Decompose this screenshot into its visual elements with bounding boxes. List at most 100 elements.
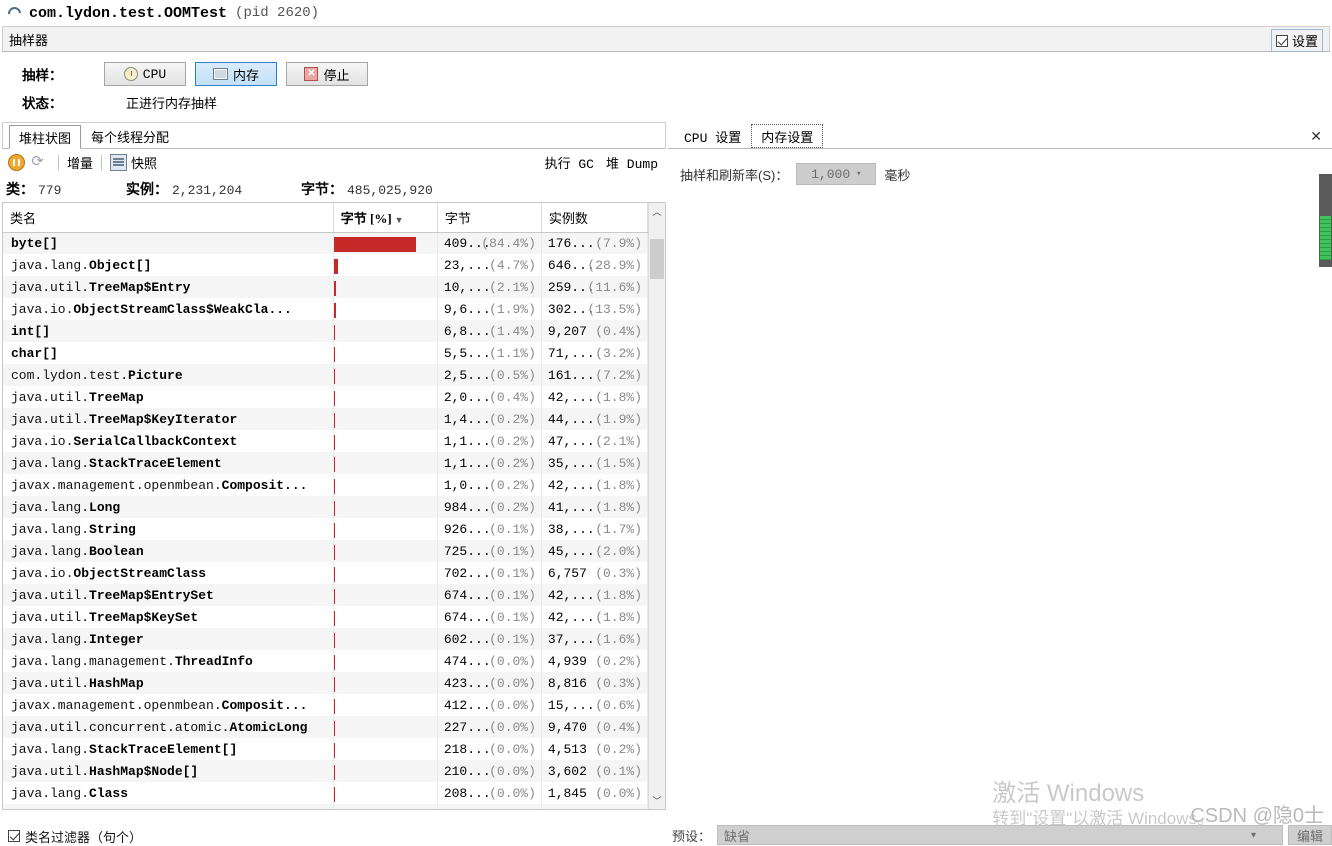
cell-instances: 44,... (1.9%) [541, 408, 648, 430]
stat-instances-value: 2,231,204 [172, 183, 243, 198]
sampling-rate-select[interactable]: 1,000 ▾ [796, 163, 877, 185]
tab-per-thread-allocation[interactable]: 每个线程分配 [81, 124, 179, 148]
memory-sampling-button[interactable]: 内存 [195, 62, 277, 86]
cell-bytes-value: 189 [444, 808, 467, 810]
table-row[interactable]: java.util.TreeMap$KeyIterator 1,4... (0.2%… [3, 408, 648, 430]
cell-instances-percent: (0.4%) [595, 719, 642, 735]
ide-scrollbar-thumb[interactable] [1320, 216, 1331, 260]
table-row[interactable]: java.lang.Integer 602... (0.1%) 37,... (1.6%… [3, 628, 648, 650]
tab-cpu-settings[interactable]: CPU 设置 [674, 124, 751, 148]
cell-bytes-bar [333, 364, 438, 386]
table-row[interactable]: java.util.TreeMap$KeySet 674... (0.1%) 42,.… [3, 606, 648, 628]
cell-class-name: java.lang.String [3, 518, 334, 540]
table-row[interactable]: java.util.HashMap 423... (0.0%) 8,816 (0.3%) [3, 672, 648, 694]
stat-bytes-key: 字节： [301, 183, 343, 198]
table-row[interactable]: char[] 5,5... (1.1%) 71,... (3.2%) [3, 342, 648, 364]
close-icon[interactable]: ✕ [1310, 128, 1322, 145]
settings-pane: CPU 设置 内存设置 ✕ 抽样和刷新率(S)： 1,000 ▾ 毫秒 [668, 122, 1332, 267]
scroll-up-arrow-icon[interactable]: ︿ [649, 203, 665, 220]
class-simple-name: TreeMap$KeyIterator [89, 411, 238, 427]
snapshot-button[interactable]: 快照 [131, 153, 157, 172]
settings-toggle[interactable]: 设置 [1270, 29, 1323, 52]
cell-bytes-value: 1,4... [443, 411, 491, 427]
table-row[interactable]: javax.management.openmbean.Composit... 41… [3, 694, 648, 716]
delta-button[interactable]: 增量 [67, 153, 93, 172]
cell-bytes: 208... (0.0%) [437, 782, 542, 804]
scroll-down-arrow-icon[interactable]: ﹀ [649, 792, 665, 809]
table-row[interactable]: int[] 6,8... (1.4%) 9,207 (0.4%) [3, 320, 648, 342]
table-row[interactable]: java.util.HashMap$Node[] 210... (0.0%) 3,60… [3, 760, 648, 782]
cell-instances: 9,470 (0.4%) [541, 716, 648, 738]
cell-instances-value: 44,... [547, 411, 595, 427]
class-package: java.util. [11, 389, 90, 405]
table-row[interactable]: java.lang.String 926... (0.1%) 38,... (1.7%) [3, 518, 648, 540]
bytes-percent-bar [333, 677, 336, 692]
table-row[interactable]: java.io.ObjectStreamClass 702... (0.1%) 6,7… [3, 562, 648, 584]
bytes-percent-bar [333, 347, 336, 362]
table-row[interactable]: java.lang.management.ThreadInfo 474... (0.… [3, 650, 648, 672]
table-row[interactable]: javax.management.openmbean.Composit... 1,… [3, 474, 648, 496]
cell-bytes-bar [333, 452, 438, 474]
cell-bytes-bar [333, 518, 438, 540]
table-row[interactable]: java.util.concurrent.atomic.AtomicLong 22… [3, 716, 648, 738]
cell-instances-value: 9,470 [547, 719, 587, 735]
filter-checkbox-icon[interactable] [8, 830, 20, 842]
tab-memory-settings[interactable]: 内存设置 [751, 124, 824, 148]
table-row[interactable]: java.io.SerialCallbackContext 1,1... (0.2%… [3, 430, 648, 452]
column-header-instances[interactable]: 实例数 [541, 203, 648, 233]
table-row[interactable]: java.util.TreeMap$Entry 10,... (2.1%) 259..… [3, 276, 648, 298]
column-header-class-name[interactable]: 类名 [3, 203, 334, 233]
class-package: java.util. [11, 279, 90, 295]
cell-bytes-bar [333, 606, 438, 628]
table-row[interactable]: java.lang.StackTraceElement[] 218... (0.0%… [3, 738, 648, 760]
cell-bytes-bar [333, 386, 438, 408]
table-row[interactable]: java.lang.Boolean 725... (0.1%) 45,... (2.0%… [3, 540, 648, 562]
table-scrollbar[interactable]: ︿ ﹀ [648, 203, 665, 809]
column-header-bytes-pct[interactable]: 字节 [%] ▼ [333, 203, 438, 233]
cell-bytes-percent: (0.1%) [489, 565, 536, 581]
bytes-percent-bar [333, 567, 336, 582]
class-filter-row[interactable]: 类名过滤器（句个） [2, 826, 666, 846]
sampling-rate-unit: 毫秒 [884, 167, 911, 183]
cell-bytes-bar [333, 716, 438, 738]
ide-overview-scrollbar[interactable] [1319, 174, 1332, 267]
checkbox-icon[interactable] [1275, 34, 1288, 47]
cell-instances-percent: (0.2%) [595, 653, 642, 669]
pause-icon[interactable] [8, 154, 25, 171]
stop-sampling-button[interactable]: ✕ 停止 [286, 62, 368, 86]
window-title-bar: com.lydon.test.OOMTest (pid 2620) [0, 0, 1332, 26]
cell-instances-value: 47,... [547, 433, 595, 449]
cpu-sampling-button[interactable]: CPU [104, 62, 186, 86]
table-row[interactable]: java.lang.Object[] 23,... (4.7%) 646... (28.… [3, 254, 648, 276]
refresh-icon[interactable]: ⟳ [29, 154, 46, 171]
cell-bytes-bar [333, 738, 438, 760]
table-row[interactable]: java.util.TreeMap 2,0... (0.4%) 42,... (1.8%… [3, 386, 648, 408]
table-row[interactable]: byte[] 409... (84.4%) 176... (7.9%) [3, 232, 648, 254]
class-simple-name: SerialCallbackContext [73, 433, 238, 449]
perform-gc-button[interactable]: 执行 GC [545, 153, 594, 172]
cell-instances-value: 42,... [547, 609, 595, 625]
class-simple-name: Composit... [221, 477, 308, 493]
scrollbar-thumb[interactable] [650, 239, 664, 279]
tab-heap-histogram[interactable]: 堆柱状图 [9, 125, 82, 149]
table-row[interactable]: java.lang.Long 984... (0.2%) 41,... (1.8%) [3, 496, 648, 518]
cell-instances: 8,816 (0.3%) [541, 672, 648, 694]
heap-dump-button[interactable]: 堆 Dump [606, 153, 658, 172]
column-header-bytes[interactable]: 字节 [437, 203, 542, 233]
table-row[interactable]: com.lydon.test.Picture 2,5... (0.5%) 161...… [3, 364, 648, 386]
table-row[interactable]: java.util.TreeMap$EntrySet 674... (0.1%) 42… [3, 584, 648, 606]
preset-edit-button[interactable]: 编辑 [1287, 825, 1332, 845]
cell-bytes-value: 5,5... [443, 345, 491, 361]
heap-histogram-table: 类名 字节 [%] ▼ 字节 实例数 byte[] 409... (84.4%) 176… [2, 202, 666, 810]
table-row[interactable]: java.io.ObjectStreamClass$WeakCla... 9,6.… [3, 298, 648, 320]
table-row[interactable]: java.lang.StackTraceElement 1,1... (0.2%) 3… [3, 452, 648, 474]
snapshot-icon[interactable] [110, 154, 128, 171]
table-row[interactable]: java.lang.StringBuilder 189 (0.0%) 7,907 (0.… [3, 804, 648, 809]
cell-class-name: java.lang.StringBuilder [3, 804, 334, 809]
cell-bytes: 10,... (2.1%) [437, 276, 542, 298]
cell-instances-percent: (13.5%) [587, 301, 642, 317]
preset-select[interactable]: 缺省 ▾ [717, 825, 1283, 845]
table-row[interactable]: java.lang.Class 208... (0.0%) 1,845 (0.0%) [3, 782, 648, 804]
cell-class-name: java.lang.Long [3, 496, 334, 518]
tab-heap-histogram-label: 堆柱状图 [19, 130, 72, 146]
